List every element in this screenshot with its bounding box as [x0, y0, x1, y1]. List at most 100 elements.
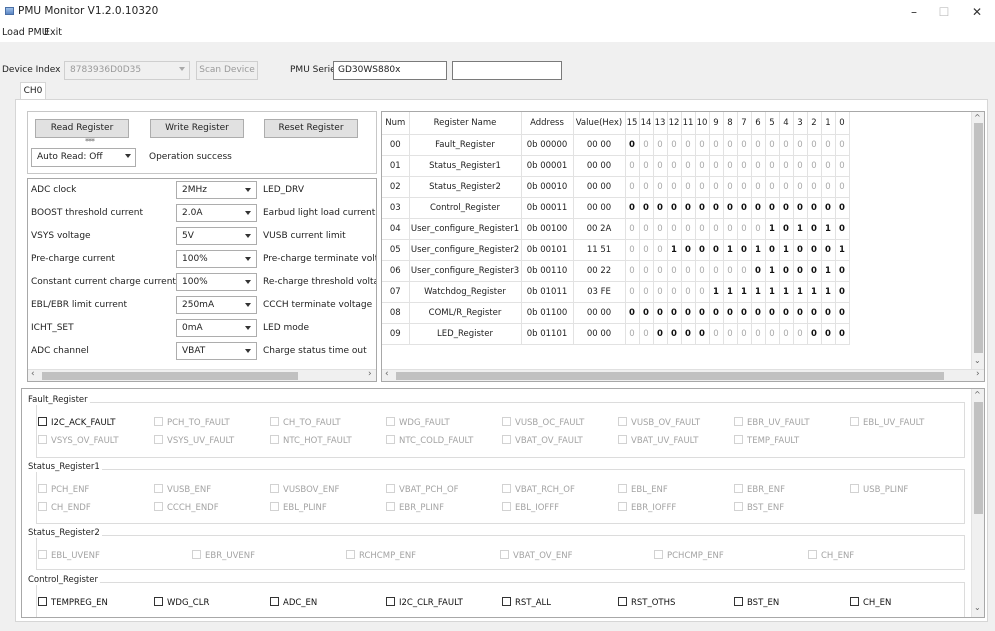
- write-register-button[interactable]: Write Register: [150, 119, 244, 138]
- bit-cell[interactable]: 0: [821, 134, 836, 156]
- checkbox-item[interactable]: CH_EN: [850, 597, 891, 608]
- bit-cell[interactable]: 0: [709, 239, 724, 261]
- bit-cell[interactable]: 0: [695, 197, 710, 219]
- bit-cell[interactable]: 0: [737, 134, 752, 156]
- checkbox-box[interactable]: [734, 597, 743, 606]
- bit-cell[interactable]: 1: [821, 281, 836, 303]
- bit-cell[interactable]: 0: [793, 239, 808, 261]
- bit-cell[interactable]: 0: [667, 197, 682, 219]
- scroll-up-icon[interactable]: ^: [974, 113, 981, 122]
- bit-cell[interactable]: 0: [709, 218, 724, 240]
- checkbox-box[interactable]: [618, 417, 627, 426]
- bit-cell[interactable]: 0: [681, 260, 696, 282]
- maximize-button[interactable]: ☐: [929, 2, 959, 22]
- checkbox-item[interactable]: I2C_CLR_FAULT: [386, 597, 463, 608]
- device-index-combo[interactable]: 8783936D0D35: [64, 61, 190, 80]
- params-hscroll-thumb[interactable]: [42, 372, 298, 380]
- bit-cell[interactable]: 0: [835, 302, 850, 324]
- bit-cell[interactable]: 0: [793, 323, 808, 345]
- bit-cell[interactable]: 0: [667, 281, 682, 303]
- bit-cell[interactable]: 0: [835, 323, 850, 345]
- bit-cell[interactable]: 0: [751, 176, 766, 198]
- checkbox-item[interactable]: EBR_UV_FAULT: [734, 417, 810, 428]
- table-row[interactable]: 01 Status_Register1 0b 00001 00 00 0 0 0 0 0 0 0 0 0…: [382, 155, 850, 177]
- bit-cell[interactable]: 0: [667, 155, 682, 177]
- bit-cell[interactable]: 0: [695, 281, 710, 303]
- param-combo[interactable]: VBAT: [176, 342, 257, 360]
- bit-cell[interactable]: 1: [821, 218, 836, 240]
- bit-cell[interactable]: 0: [779, 260, 794, 282]
- checkbox-box[interactable]: [502, 484, 511, 493]
- bit-cell[interactable]: 0: [639, 218, 654, 240]
- bit-cell[interactable]: 0: [765, 323, 780, 345]
- checkbox-item[interactable]: NTC_HOT_FAULT: [270, 435, 352, 446]
- bit-cell[interactable]: 0: [695, 239, 710, 261]
- param-combo[interactable]: 5V: [176, 227, 257, 245]
- bit-cell[interactable]: 0: [835, 260, 850, 282]
- bit-cell[interactable]: 0: [835, 155, 850, 177]
- bit-cell[interactable]: 0: [751, 323, 766, 345]
- param-combo[interactable]: 100%: [176, 250, 257, 268]
- bit-cell[interactable]: 0: [723, 176, 738, 198]
- table-row[interactable]: 04 User_configure_Register1 0b 00100 00 2A 0…: [382, 218, 850, 240]
- checkbox-item[interactable]: PCHCMP_ENF: [654, 550, 724, 561]
- close-button[interactable]: ✕: [962, 2, 992, 22]
- bit-cell[interactable]: 0: [821, 155, 836, 177]
- scroll-left-icon[interactable]: ‹: [31, 369, 35, 379]
- checkbox-box[interactable]: [270, 435, 279, 444]
- checkbox-box[interactable]: [270, 502, 279, 511]
- bit-cell[interactable]: 0: [751, 260, 766, 282]
- bit-cell[interactable]: 0: [779, 197, 794, 219]
- bit-cell[interactable]: 0: [807, 134, 822, 156]
- bit-cell[interactable]: 0: [723, 218, 738, 240]
- bit-cell[interactable]: 0: [835, 176, 850, 198]
- table-row[interactable]: 05 User_configure_Register2 0b 00101 11 51 0…: [382, 239, 850, 261]
- param-combo[interactable]: 250mA: [176, 296, 257, 314]
- checkbox-box[interactable]: [346, 550, 355, 559]
- bit-cell[interactable]: 1: [821, 260, 836, 282]
- checkbox-box[interactable]: [500, 550, 509, 559]
- bit-cell[interactable]: 0: [695, 260, 710, 282]
- checkbox-box[interactable]: [808, 550, 817, 559]
- bit-cell[interactable]: 0: [653, 134, 668, 156]
- param-combo[interactable]: 0mA: [176, 319, 257, 337]
- checkbox-box[interactable]: [618, 435, 627, 444]
- bit-cell[interactable]: 0: [821, 176, 836, 198]
- checkbox-item[interactable]: BST_EN: [734, 597, 779, 608]
- checkbox-item[interactable]: RST_ALL: [502, 597, 551, 608]
- bit-cell[interactable]: 0: [779, 176, 794, 198]
- bit-cell[interactable]: 0: [653, 176, 668, 198]
- bit-cell[interactable]: 0: [751, 302, 766, 324]
- table-row[interactable]: 00 Fault_Register 0b 00000 00 00 0 0 0 0 0 0 0 0 0 0 0…: [382, 134, 850, 156]
- bit-cell[interactable]: 0: [667, 323, 682, 345]
- bit-cell[interactable]: 0: [723, 197, 738, 219]
- bit-cell[interactable]: 0: [807, 155, 822, 177]
- checkbox-item[interactable]: TEMP_FAULT: [734, 435, 799, 446]
- checkbox-item[interactable]: VUSB_OC_FAULT: [502, 417, 584, 428]
- fault-vscroll-thumb[interactable]: [974, 402, 983, 514]
- scroll-down-icon[interactable]: ⌄: [974, 356, 981, 365]
- bit-cell[interactable]: 0: [695, 323, 710, 345]
- bit-cell[interactable]: 0: [681, 302, 696, 324]
- bit-cell[interactable]: 0: [681, 155, 696, 177]
- bit-cell[interactable]: 0: [639, 302, 654, 324]
- bit-cell[interactable]: 0: [667, 134, 682, 156]
- table-row[interactable]: 03 Control_Register 0b 00011 00 00 0 0 0 0 0 0 0 0 0…: [382, 197, 850, 219]
- fault-vscrollbar[interactable]: ^ ⌄: [971, 389, 984, 617]
- bit-cell[interactable]: 0: [653, 218, 668, 240]
- bit-cell[interactable]: 1: [751, 281, 766, 303]
- bit-cell[interactable]: 1: [737, 281, 752, 303]
- bit-cell[interactable]: 0: [821, 239, 836, 261]
- checkbox-item[interactable]: WDG_CLR: [154, 597, 209, 608]
- menu-exit[interactable]: Exit: [44, 27, 62, 38]
- bit-cell[interactable]: 0: [639, 239, 654, 261]
- checkbox-item[interactable]: VSYS_UV_FAULT: [154, 435, 234, 446]
- bit-cell[interactable]: 0: [695, 134, 710, 156]
- bit-cell[interactable]: 0: [765, 302, 780, 324]
- bit-cell[interactable]: 0: [625, 155, 640, 177]
- checkbox-box[interactable]: [38, 435, 47, 444]
- bit-cell[interactable]: 0: [625, 260, 640, 282]
- bit-cell[interactable]: 0: [653, 302, 668, 324]
- table-row[interactable]: 02 Status_Register2 0b 00010 00 00 0 0 0 0 0 0 0 0 0…: [382, 176, 850, 198]
- checkbox-box[interactable]: [386, 484, 395, 493]
